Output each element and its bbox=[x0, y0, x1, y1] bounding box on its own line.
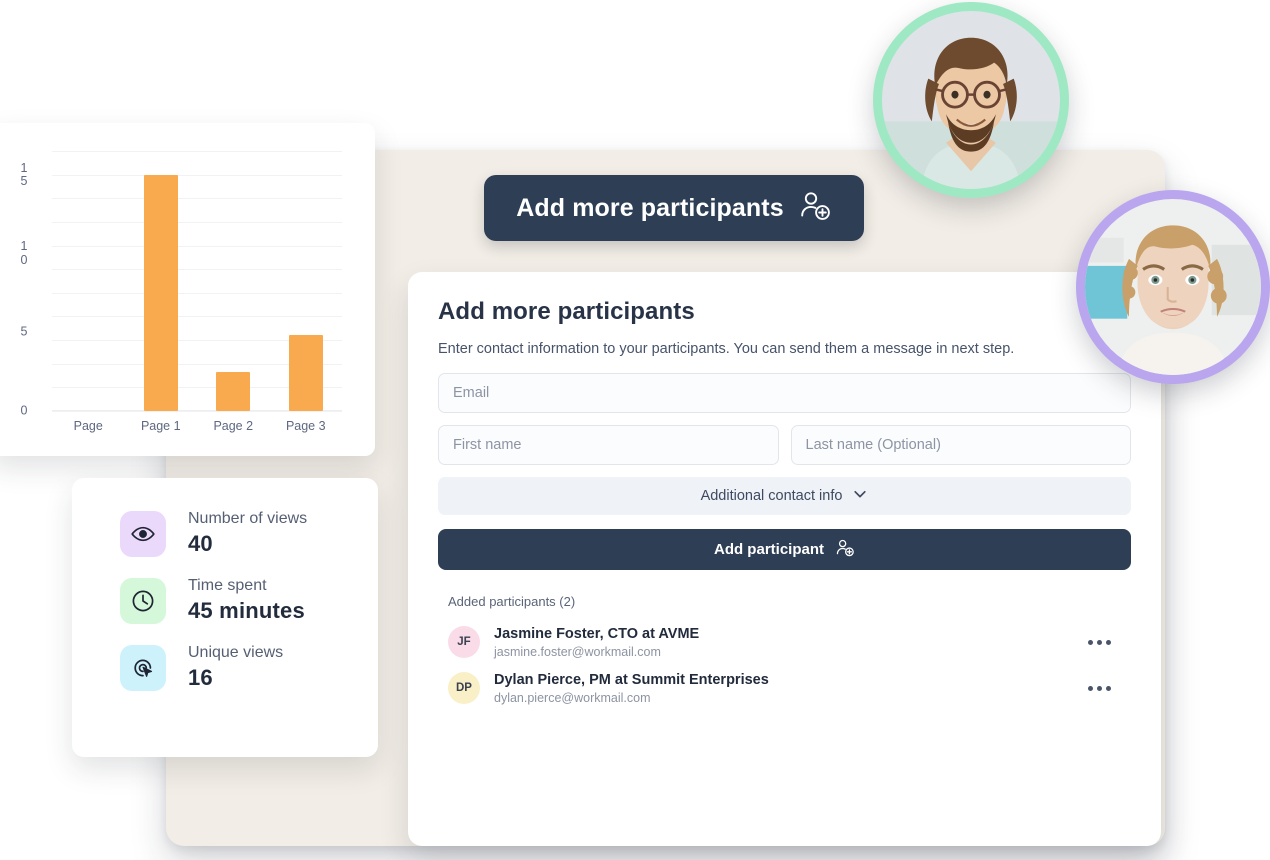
chart-bar[interactable] bbox=[216, 371, 251, 411]
chart-gridline bbox=[52, 151, 342, 152]
chart-gridline bbox=[52, 269, 342, 271]
stat-value: 40 bbox=[188, 531, 213, 556]
stat-text: Number of views 40 bbox=[188, 510, 307, 557]
card-subtitle: Enter contact information to your partic… bbox=[438, 341, 1015, 357]
bar-chart: 15 10 5 0 Page Page 1 Page 2 Page 3 bbox=[0, 123, 375, 456]
list-item[interactable]: JF Jasmine Foster, CTO at AVME jasmine.f… bbox=[438, 619, 1131, 665]
participant-email: dylan.pierce@workmail.com bbox=[494, 691, 651, 706]
additional-contact-info-label: Additional contact info bbox=[700, 488, 843, 504]
chart-y-tick: 0 bbox=[20, 403, 28, 418]
email-placeholder: Email bbox=[453, 385, 490, 401]
first-name-placeholder: First name bbox=[453, 437, 522, 453]
chart-gridline bbox=[52, 292, 342, 294]
page-title: Add more participants bbox=[438, 298, 695, 325]
stat-time-spent: Time spent 45 minutes bbox=[72, 567, 378, 634]
add-more-participants-label: Add more participants bbox=[516, 193, 784, 222]
chart-x-tick: Page bbox=[73, 419, 103, 433]
chart-x-tick: Page 1 bbox=[140, 419, 181, 433]
last-name-placeholder: Last name (Optional) bbox=[805, 437, 941, 453]
stat-text: Time spent 45 minutes bbox=[188, 577, 305, 624]
participant-name: Jasmine Foster, CTO at AVME bbox=[494, 626, 700, 642]
avatar: DP bbox=[448, 672, 480, 705]
stat-number-of-views: Number of views 40 bbox=[72, 500, 378, 567]
participant-info: Dylan Pierce, PM at Summit Enterprises d… bbox=[494, 671, 1060, 705]
chart-gridline bbox=[52, 411, 342, 412]
stat-value: 16 bbox=[188, 665, 213, 690]
stat-text: Unique views 16 bbox=[188, 644, 283, 691]
chevron-down-icon bbox=[852, 486, 868, 506]
row-more-options-button[interactable] bbox=[1074, 632, 1125, 653]
chart-y-tick: 10 bbox=[20, 239, 28, 267]
name-fields-row: First name Last name (Optional) bbox=[438, 425, 1131, 465]
last-name-input[interactable]: Last name (Optional) bbox=[790, 425, 1131, 465]
added-participants-section: Added participants (2) JF Jasmine Foster… bbox=[438, 594, 1131, 711]
chart-y-tick: 5 bbox=[20, 324, 28, 339]
participant-name: Dylan Pierce, PM at Summit Enterprises bbox=[494, 672, 769, 689]
chart-x-tick: Page 3 bbox=[285, 419, 326, 433]
person-plus-icon bbox=[835, 538, 855, 562]
add-participant-button[interactable]: Add participant bbox=[438, 529, 1131, 570]
cursor-click-icon bbox=[120, 644, 166, 691]
avatar-photo-woman bbox=[1085, 199, 1261, 375]
screenshot-root: Add more participants Add more participa… bbox=[0, 0, 1270, 860]
chart-bar[interactable] bbox=[143, 174, 178, 411]
avatar-photo-man bbox=[882, 11, 1060, 189]
page-views-chart-card: 15 10 5 0 Page Page 1 Page 2 Page 3 bbox=[0, 123, 375, 456]
chart-y-tick: 15 bbox=[20, 160, 28, 188]
chart-gridline bbox=[52, 198, 342, 200]
stat-label: Number of views bbox=[188, 510, 308, 527]
avatar-initials: JF bbox=[457, 636, 471, 649]
eye-icon bbox=[120, 510, 166, 557]
chart-plot-area: 15 10 5 0 bbox=[21, 151, 342, 417]
row-more-options-button[interactable] bbox=[1074, 678, 1125, 699]
additional-contact-info-toggle[interactable]: Additional contact info bbox=[438, 477, 1131, 515]
stat-label: Unique views bbox=[188, 644, 284, 661]
participant-info: Jasmine Foster, CTO at AVME jasmine.fost… bbox=[494, 625, 1060, 659]
person-plus-icon bbox=[798, 189, 832, 228]
list-item[interactable]: DP Dylan Pierce, PM at Summit Enterprise… bbox=[438, 665, 1131, 711]
chart-gridline bbox=[52, 174, 342, 176]
add-participant-label: Add participant bbox=[713, 541, 824, 558]
add-more-participants-button[interactable]: Add more participants bbox=[484, 175, 864, 241]
email-input[interactable]: Email bbox=[438, 373, 1131, 413]
chart-gridline bbox=[52, 221, 342, 223]
stat-value: 45 minutes bbox=[188, 598, 305, 623]
added-participants-title: Added participants (2) bbox=[448, 594, 576, 609]
chart-gridline bbox=[52, 245, 342, 247]
chart-bar[interactable] bbox=[288, 335, 323, 411]
avatar-initials: DP bbox=[456, 682, 472, 695]
avatar: JF bbox=[448, 626, 480, 659]
add-participants-card: Add more participants Enter contact info… bbox=[408, 272, 1161, 846]
chart-gridline bbox=[52, 316, 342, 318]
clock-icon bbox=[120, 577, 166, 624]
first-name-input[interactable]: First name bbox=[438, 425, 779, 465]
stat-label: Time spent bbox=[188, 577, 267, 594]
participants-list: JF Jasmine Foster, CTO at AVME jasmine.f… bbox=[438, 619, 1131, 711]
analytics-stats-card: Number of views 40 Time spent 45 minutes bbox=[72, 478, 378, 757]
chart-x-tick: Page 2 bbox=[213, 419, 254, 433]
participant-email: jasmine.foster@workmail.com bbox=[494, 645, 661, 660]
stat-unique-views: Unique views 16 bbox=[72, 634, 378, 701]
